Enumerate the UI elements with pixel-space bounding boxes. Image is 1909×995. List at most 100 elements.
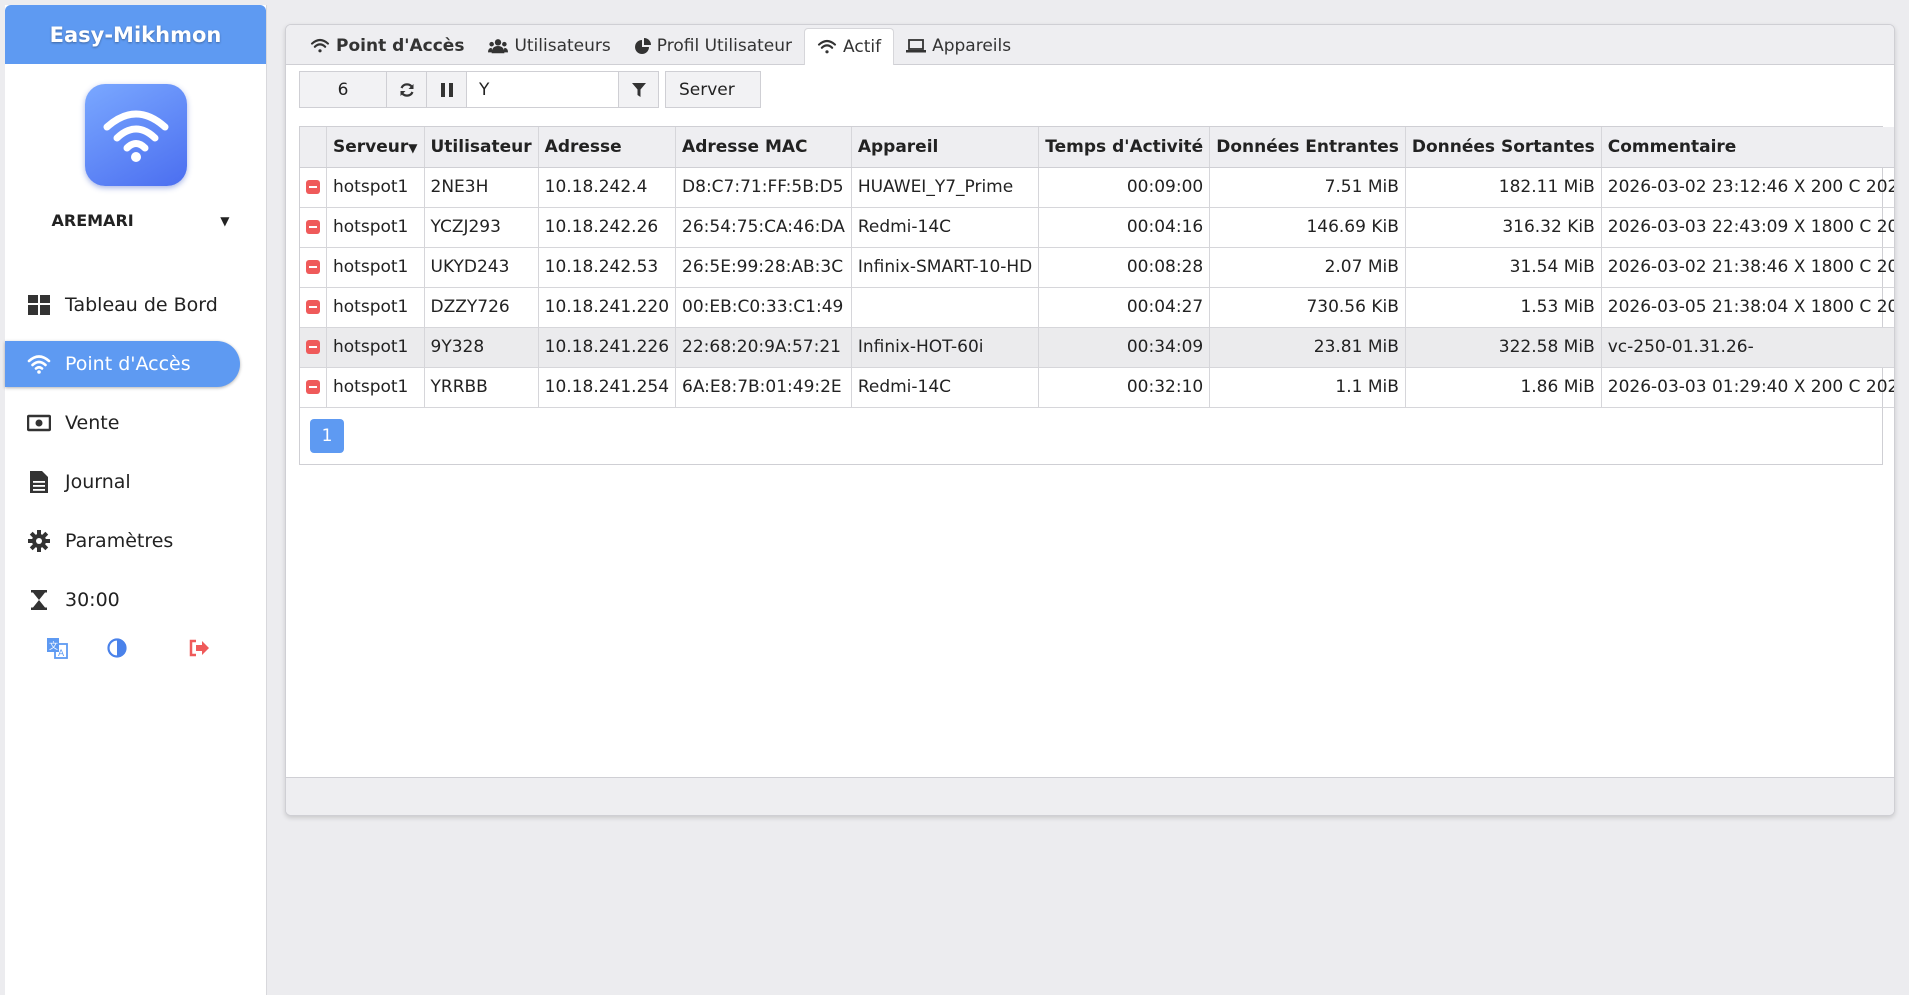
cell-comment: 2026-03-05 21:38:04 X 1800 C 2026-02-26 … — [1601, 287, 1894, 328]
filter-button[interactable] — [619, 71, 659, 108]
remove-button[interactable] — [300, 167, 327, 208]
cell-user: YCZJ293 — [424, 207, 539, 248]
router-select[interactable]: AREMARI ▼ — [35, 207, 236, 234]
tab-label: Actif — [843, 37, 882, 57]
cell-device: Infinix-SMART-10-HD — [851, 247, 1040, 288]
column-header-bytes-in[interactable]: Données Entrantes — [1209, 127, 1406, 168]
cell-user: YRRBB — [424, 367, 539, 408]
column-header-address[interactable]: Adresse — [538, 127, 677, 168]
remove-icon — [306, 260, 320, 274]
cell-device: Redmi-14C — [851, 207, 1040, 248]
toolbar: 6 Y Server — [299, 71, 1894, 108]
tab-label: Profil Utilisateur — [656, 36, 793, 56]
laptop-icon — [906, 39, 927, 53]
gear-icon — [27, 529, 51, 553]
tab-label: Utilisateurs — [514, 36, 611, 56]
sidebar-item-hotspot[interactable]: Point d'Accès — [5, 341, 240, 387]
logout-icon[interactable] — [187, 636, 211, 660]
cell-bytes-in: 2.07 MiB — [1209, 247, 1406, 288]
cell-uptime: 00:32:10 — [1038, 367, 1211, 408]
pagination: 1 — [300, 408, 1882, 464]
sidebar-item-dashboard[interactable]: Tableau de Bord — [5, 282, 266, 328]
wifi-icon — [310, 38, 330, 54]
remove-button[interactable] — [300, 287, 327, 328]
cell-address: 10.18.241.220 — [538, 287, 677, 328]
remove-icon — [306, 300, 320, 314]
sidebar-item-settings[interactable]: Paramètres — [5, 518, 266, 564]
cell-uptime: 00:04:27 — [1038, 287, 1211, 328]
tab-devices[interactable]: Appareils — [894, 28, 1023, 64]
column-header-device[interactable]: Appareil — [851, 127, 1040, 168]
sidebar-item-journal[interactable]: Journal — [5, 459, 266, 505]
column-header-bytes-out[interactable]: Données Sortantes — [1405, 127, 1602, 168]
cell-user: 2NE3H — [424, 167, 539, 208]
chevron-down-icon: ▼ — [220, 213, 230, 228]
active-count: 6 — [299, 71, 387, 108]
table-row: hotspot1 9Y328 10.18.241.226 22:68:20:9A… — [300, 327, 1894, 368]
tab-label: Appareils — [932, 36, 1012, 56]
remove-icon — [306, 340, 320, 354]
cell-address: 10.18.242.4 — [538, 167, 677, 208]
cell-server: hotspot1 — [326, 367, 425, 408]
pie-chart-icon — [634, 38, 651, 54]
sidebar-item-label: Journal — [65, 471, 131, 493]
sidebar-item-label: Point d'Accès — [65, 353, 191, 375]
cell-mac: 22:68:20:9A:57:21 — [675, 327, 852, 368]
cell-address: 10.18.242.53 — [538, 247, 677, 288]
sidebar-item-label: Vente — [65, 412, 120, 434]
column-header-comment[interactable]: Commentaire — [1601, 127, 1894, 168]
filter-icon — [631, 82, 646, 97]
cell-bytes-out: 182.11 MiB — [1405, 167, 1602, 208]
cell-server: hotspot1 — [326, 287, 425, 328]
cell-comment: 2026-03-02 23:12:46 X 200 C 2026-03-02 1… — [1601, 167, 1894, 208]
cell-address: 10.18.241.254 — [538, 367, 677, 408]
svg-text:A: A — [58, 649, 65, 659]
cell-bytes-out: 31.54 MiB — [1405, 247, 1602, 288]
cell-address: 10.18.242.26 — [538, 207, 677, 248]
users-icon — [488, 38, 509, 54]
server-select[interactable]: Server — [665, 71, 761, 108]
cell-bytes-out: 316.32 KiB — [1405, 207, 1602, 248]
router-select-value: AREMARI — [51, 211, 134, 230]
remove-button[interactable] — [300, 247, 327, 288]
sidebar: Easy-Mikhmon AREMARI ▼ Tableau de Bord P… — [5, 5, 267, 995]
main-panel: Point d'Accès Utilisateurs Profil Utilis… — [285, 24, 1895, 816]
column-header-server[interactable]: Serveur▼ — [326, 127, 425, 168]
session-timer: 30:00 — [65, 589, 120, 611]
sidebar-item-sales[interactable]: Vente — [5, 400, 266, 446]
svg-text:文: 文 — [49, 640, 58, 652]
cell-device — [851, 287, 1040, 328]
panel-footer — [286, 777, 1894, 815]
wifi-icon — [817, 39, 837, 55]
cell-device: Redmi-14C — [851, 367, 1040, 408]
tab-users[interactable]: Utilisateurs — [476, 28, 622, 64]
tab-active[interactable]: Actif — [804, 28, 895, 65]
cell-bytes-in: 730.56 KiB — [1209, 287, 1406, 328]
theme-toggle-icon[interactable] — [105, 636, 129, 660]
column-header-user[interactable]: Utilisateur — [424, 127, 539, 168]
cell-bytes-out: 1.86 MiB — [1405, 367, 1602, 408]
hourglass-icon — [27, 588, 51, 612]
tab-hotspot[interactable]: Point d'Accès — [298, 28, 476, 64]
cell-device: Infinix-HOT-60i — [851, 327, 1040, 368]
cell-comment: 2026-03-02 21:38:46 X 1800 C 2026-02-23 … — [1601, 247, 1894, 288]
wifi-logo-icon — [84, 84, 187, 186]
refresh-icon — [399, 82, 414, 97]
column-header-uptime[interactable]: Temps d'Activité — [1038, 127, 1211, 168]
remove-icon — [306, 180, 320, 194]
cell-mac: D8:C7:71:FF:5B:D5 — [675, 167, 852, 208]
cell-mac: 6A:E8:7B:01:49:2E — [675, 367, 852, 408]
remove-icon — [306, 220, 320, 234]
language-icon[interactable]: 文A — [45, 636, 69, 660]
sidebar-item-label: Tableau de Bord — [65, 294, 218, 316]
tab-user-profile[interactable]: Profil Utilisateur — [623, 28, 804, 64]
column-header-mac[interactable]: Adresse MAC — [675, 127, 852, 168]
app-title: Easy-Mikhmon — [5, 5, 266, 64]
remove-button[interactable] — [300, 327, 327, 368]
remove-button[interactable] — [300, 367, 327, 408]
remove-button[interactable] — [300, 207, 327, 248]
pause-button[interactable] — [427, 71, 467, 108]
page-button-current[interactable]: 1 — [310, 418, 344, 453]
refresh-button[interactable] — [387, 71, 427, 108]
search-input[interactable]: Y — [467, 71, 619, 108]
